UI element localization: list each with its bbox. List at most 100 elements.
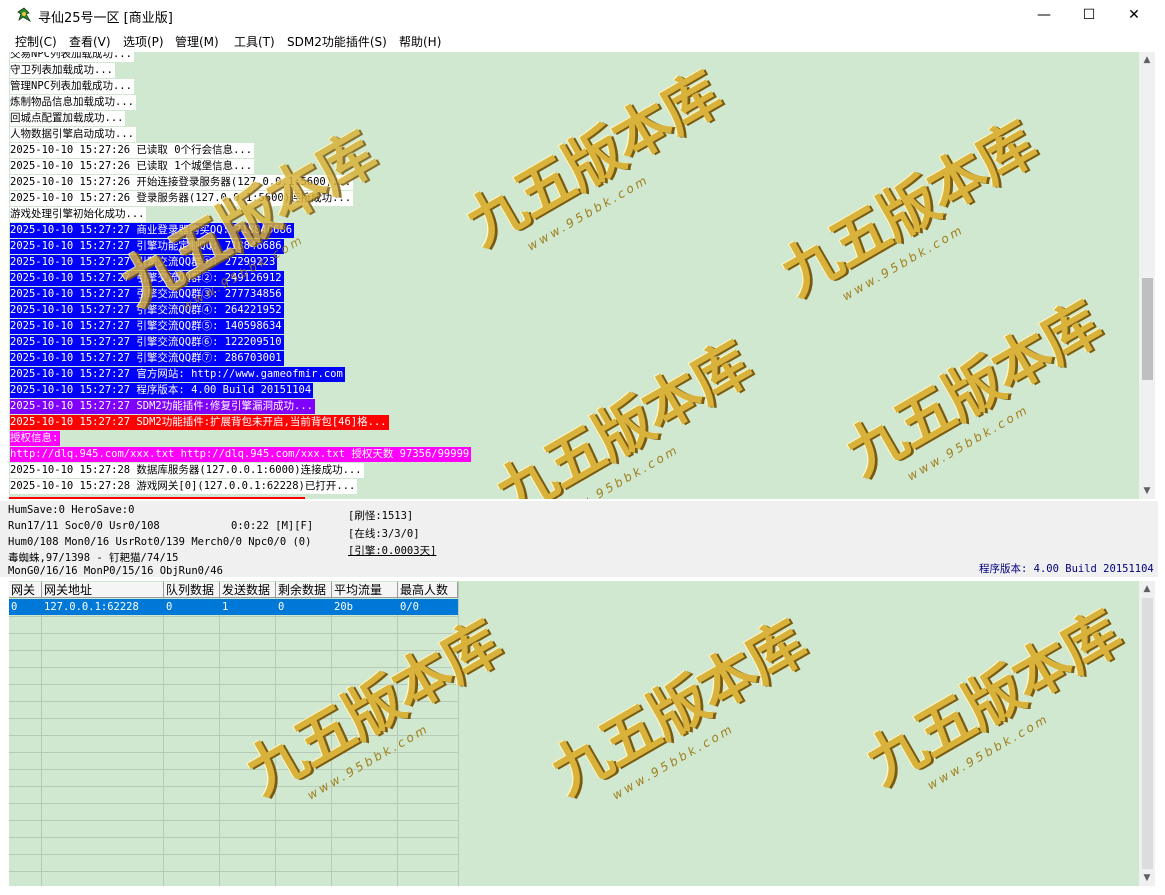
table-cell: 0 [11, 601, 18, 613]
watermark-url: www.95bbk.com [554, 442, 682, 499]
column-header-address[interactable]: 网关地址 [42, 582, 164, 598]
log-line: http://dlq.945.com/xxx.txt http://dlq.94… [10, 447, 472, 462]
table-cell: 127.0.0.1:62228 [44, 601, 139, 613]
grid-column-line [397, 581, 398, 886]
menu-bar: 控制(C) 查看(V) 选项(P) 管理(M) 工具(T) SDM2功能插件(S… [0, 30, 1165, 52]
log-line: 授权信息: [10, 431, 61, 446]
status-version: 程序版本: 4.00 Build 20151104 [979, 563, 1154, 575]
table-scrollbar[interactable]: ▲ ▼ [1139, 581, 1155, 886]
grid-column-line [331, 581, 332, 886]
status-objects: Hum0/108 Mon0/16 UsrRot0/139 Merch0/0 Np… [8, 536, 312, 548]
watermark: 九五版本库 www.95bbk.com [763, 99, 1055, 324]
close-icon: ✕ [1128, 7, 1140, 23]
watermark-text: 九五版本库 [454, 59, 732, 259]
log-red-indicator [9, 497, 305, 499]
scrollbar-thumb[interactable] [1142, 278, 1153, 380]
watermark-text: 九五版本库 [854, 598, 1132, 798]
table-cell: 0 [166, 601, 173, 613]
watermark: 九五版本库 www.95bbk.com [448, 52, 740, 273]
log-pane[interactable]: 交易NPC列表加载成功... 守卫列表加载成功... 管理NPC列表加载成功... 炼… [9, 52, 1139, 499]
log-line: 2025-10-10 15:27:27 程序版本: 4.00 Build 201… [10, 383, 314, 398]
watermark-url: www.95bbk.com [524, 172, 652, 254]
log-scrollbar[interactable]: ▲ ▼ [1139, 52, 1155, 499]
grid-column-line [275, 581, 276, 886]
column-header-max-users[interactable]: 最高人数 [398, 582, 458, 598]
log-line: 2025-10-10 15:27:27 引擎交流QQ群⑦: 286703001 [10, 351, 284, 366]
window-title: 寻仙25号一区 [商业版] [38, 11, 173, 26]
log-line: 2025-10-10 15:27:28 数据库服务器(127.0.0.1:600… [10, 463, 364, 478]
log-line: 2025-10-10 15:27:27 SDM2功能插件:修复引擎漏洞成功... [10, 399, 316, 414]
column-header-sent[interactable]: 发送数据 [220, 582, 276, 598]
grid-column-line [458, 581, 459, 886]
menu-help[interactable]: 帮助(H) [399, 33, 441, 50]
log-line: 2025-10-10 15:27:27 商业登录器购买QQ: 718846686 [10, 223, 295, 238]
scroll-down-icon[interactable]: ▼ [1139, 483, 1155, 499]
status-run: Run17/11 Soc0/0 Usr0/108 [8, 520, 160, 532]
log-line: 2025-10-10 15:27:27 引擎交流QQ群③: 277734856 [10, 287, 284, 302]
scroll-up-icon[interactable]: ▲ [1139, 52, 1155, 68]
watermark: 九五版本库 www.95bbk.com [848, 588, 1139, 813]
watermark-text: 九五版本库 [834, 289, 1112, 489]
minimize-icon: — [1037, 7, 1051, 23]
column-header-remaining[interactable]: 剩余数据 [276, 582, 332, 598]
scroll-up-icon[interactable]: ▲ [1139, 581, 1155, 597]
menu-tools[interactable]: 工具(T) [234, 33, 275, 50]
app-icon [17, 7, 32, 23]
gateway-grid [9, 581, 458, 886]
log-line: 炼制物品信息加载成功... [10, 95, 136, 110]
status-mon-gen: MonG0/16/16 MonP0/15/16 ObjRun0/46 [8, 565, 223, 577]
column-header-gateway[interactable]: 网关 [9, 582, 42, 598]
maximize-icon: ☐ [1082, 7, 1096, 23]
minimize-button[interactable]: — [1021, 0, 1067, 30]
scrollbar-thumb[interactable] [1142, 598, 1153, 869]
log-line: 2025-10-10 15:27:27 引擎交流QQ群⑤: 140598634 [10, 319, 284, 334]
log-line: 2025-10-10 15:27:27 SDM2功能插件:扩展背包未开启,当前背… [10, 415, 389, 430]
gateway-table-pane[interactable]: 网关 网关地址 队列数据 发送数据 剩余数据 平均流量 最高人数 0 127.0… [9, 581, 1139, 886]
title-bar: 寻仙25号一区 [商业版] — ☐ ✕ [0, 0, 1165, 30]
log-line: 2025-10-10 15:27:27 引擎交流QQ群①: 27299223 [10, 255, 278, 270]
log-line: 2025-10-10 15:27:26 登录服务器(127.0.0.1:5600… [10, 191, 354, 206]
log-line: 管理NPC列表加载成功... [10, 79, 134, 94]
column-header-avg-traffic[interactable]: 平均流量 [332, 582, 398, 598]
table-cell: 0 [278, 601, 285, 613]
menu-view[interactable]: 查看(V) [69, 33, 111, 50]
grid-column-line [219, 581, 220, 886]
maximize-button[interactable]: ☐ [1066, 0, 1112, 30]
watermark: 九五版本库 www.95bbk.com [533, 598, 825, 823]
status-timer: 0:0:22 [M][F] [231, 520, 314, 532]
status-monster: 毒蜘蛛,97/1398 - 钉耙猫/74/15 [8, 552, 179, 564]
watermark-url: www.95bbk.com [924, 711, 1052, 793]
watermark-text: 九五版本库 [539, 608, 817, 808]
menu-options[interactable]: 选项(P) [123, 33, 164, 50]
log-line: 2025-10-10 15:27:27 引擎交流QQ群⑥: 122209510 [10, 335, 284, 350]
scroll-down-icon[interactable]: ▼ [1139, 870, 1155, 886]
watermark-text: 九五版本库 [484, 329, 762, 499]
watermark-url: www.95bbk.com [609, 721, 737, 803]
log-line: 2025-10-10 15:27:26 已读取 0个行会信息... [10, 143, 255, 158]
watermark: 九五版本库 www.95bbk.com [828, 279, 1120, 499]
grid-column-line [41, 581, 42, 886]
watermark-url: www.95bbk.com [839, 222, 967, 304]
status-pane: HumSave:0 HeroSave:0 Run17/11 Soc0/0 Usr… [0, 501, 1158, 577]
log-line: 2025-10-10 15:27:26 开始连接登录服务器(127.0.0.1:… [10, 175, 354, 190]
status-online: [在线:3/3/0] [348, 528, 420, 540]
table-cell: 0/0 [400, 601, 419, 613]
table-cell: 20b [334, 601, 353, 613]
watermark-text: 九五版本库 [769, 109, 1047, 309]
grid-column-line [163, 581, 164, 886]
watermark-url: www.95bbk.com [904, 402, 1032, 484]
log-line: 人物数据引擎启动成功... [10, 127, 136, 142]
close-button[interactable]: ✕ [1111, 0, 1157, 30]
log-line: 游戏处理引擎初始化成功... [10, 207, 147, 222]
log-line: 2025-10-10 15:27:27 引擎交流QQ群②: 249126912 [10, 271, 284, 286]
column-header-queue[interactable]: 队列数据 [164, 582, 220, 598]
log-line: 守卫列表加载成功... [10, 63, 115, 78]
watermark: 九五版本库 www.95bbk.com [478, 319, 770, 499]
menu-control[interactable]: 控制(C) [15, 33, 57, 50]
menu-sdm2-plugin[interactable]: SDM2功能插件(S) [287, 33, 387, 50]
status-engine: [引擎:0.0003天] [348, 545, 437, 557]
log-line: 2025-10-10 15:27:27 官方网站: http://www.gam… [10, 367, 345, 382]
status-save: HumSave:0 HeroSave:0 [8, 504, 135, 516]
log-line: 2025-10-10 15:27:28 游戏网关[0](127.0.0.1:62… [10, 479, 358, 494]
menu-manage[interactable]: 管理(M) [175, 33, 219, 50]
